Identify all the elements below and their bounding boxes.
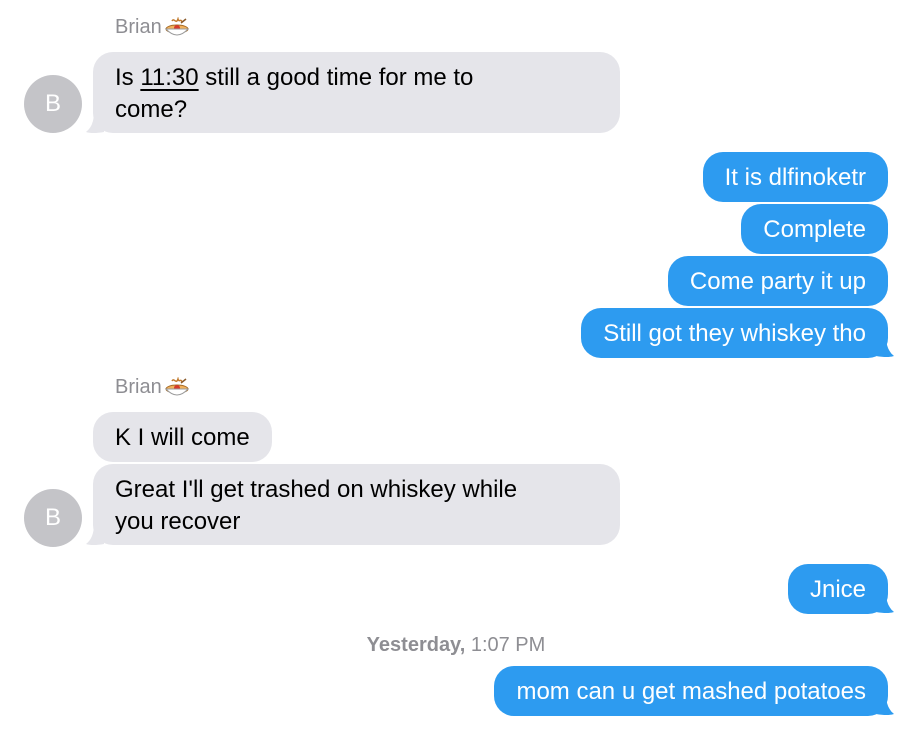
sender-name: Brian bbox=[115, 375, 190, 399]
message-text: It is dlfinoketr bbox=[724, 164, 866, 191]
bubble-tail bbox=[876, 336, 894, 357]
avatar[interactable]: B bbox=[24, 489, 82, 547]
avatar[interactable]: B bbox=[24, 75, 82, 133]
message-text-segment: Is bbox=[115, 64, 141, 91]
timestamp: Yesterday, 1:07 PM bbox=[0, 634, 912, 657]
message-text-line: Great I'll get trashed on whiskey while bbox=[115, 476, 518, 503]
time-link[interactable]: 11:30 bbox=[140, 64, 198, 91]
outgoing-message-bubble[interactable]: Complete bbox=[741, 204, 888, 254]
outgoing-message-bubble[interactable]: Come party it up bbox=[667, 256, 888, 306]
message-text-line: come? bbox=[115, 96, 188, 123]
incoming-message-bubble[interactable]: K I will come bbox=[93, 412, 272, 462]
message-text-segment: still a good time for me to bbox=[198, 64, 474, 91]
bubble-tail bbox=[876, 592, 894, 613]
incoming-message-bubble[interactable]: Is 11:30 still a good time for me to com… bbox=[93, 52, 620, 133]
outgoing-message-bubble[interactable]: Jnice bbox=[787, 564, 888, 614]
message-text: mom can u get mashed potatoes bbox=[516, 678, 866, 705]
sender-name: Brian bbox=[115, 15, 190, 39]
sender-name-label: Brian bbox=[115, 16, 162, 38]
sender-name-label: Brian bbox=[115, 376, 162, 398]
message-text: Still got they whiskey tho bbox=[603, 320, 866, 347]
avatar-initial: B bbox=[44, 90, 61, 117]
avatar-initial: B bbox=[44, 504, 61, 531]
spaghetti-emoji-icon bbox=[164, 375, 190, 399]
message-text: K I will come bbox=[115, 424, 250, 451]
outgoing-message-bubble[interactable]: mom can u get mashed potatoes bbox=[494, 666, 888, 716]
bubble-tail bbox=[86, 524, 104, 545]
timestamp-day: Yesterday, bbox=[366, 634, 466, 656]
outgoing-message-bubble[interactable]: Still got they whiskey tho bbox=[581, 308, 888, 358]
outgoing-message-bubble[interactable]: It is dlfinoketr bbox=[702, 152, 888, 202]
incoming-message-bubble[interactable]: Great I'll get trashed on whiskey while … bbox=[93, 464, 620, 545]
message-text: Come party it up bbox=[689, 268, 866, 295]
spaghetti-emoji-icon bbox=[164, 15, 190, 39]
bubble-tail bbox=[876, 694, 894, 715]
bubble-tail bbox=[86, 112, 104, 133]
timestamp-time: 1:07 PM bbox=[470, 634, 546, 656]
message-text: Complete bbox=[763, 216, 866, 243]
message-text-line: you recover bbox=[115, 508, 241, 535]
message-text: Jnice bbox=[809, 576, 866, 603]
message-text-line: Is 11:30 still a good time for me to bbox=[115, 62, 598, 94]
